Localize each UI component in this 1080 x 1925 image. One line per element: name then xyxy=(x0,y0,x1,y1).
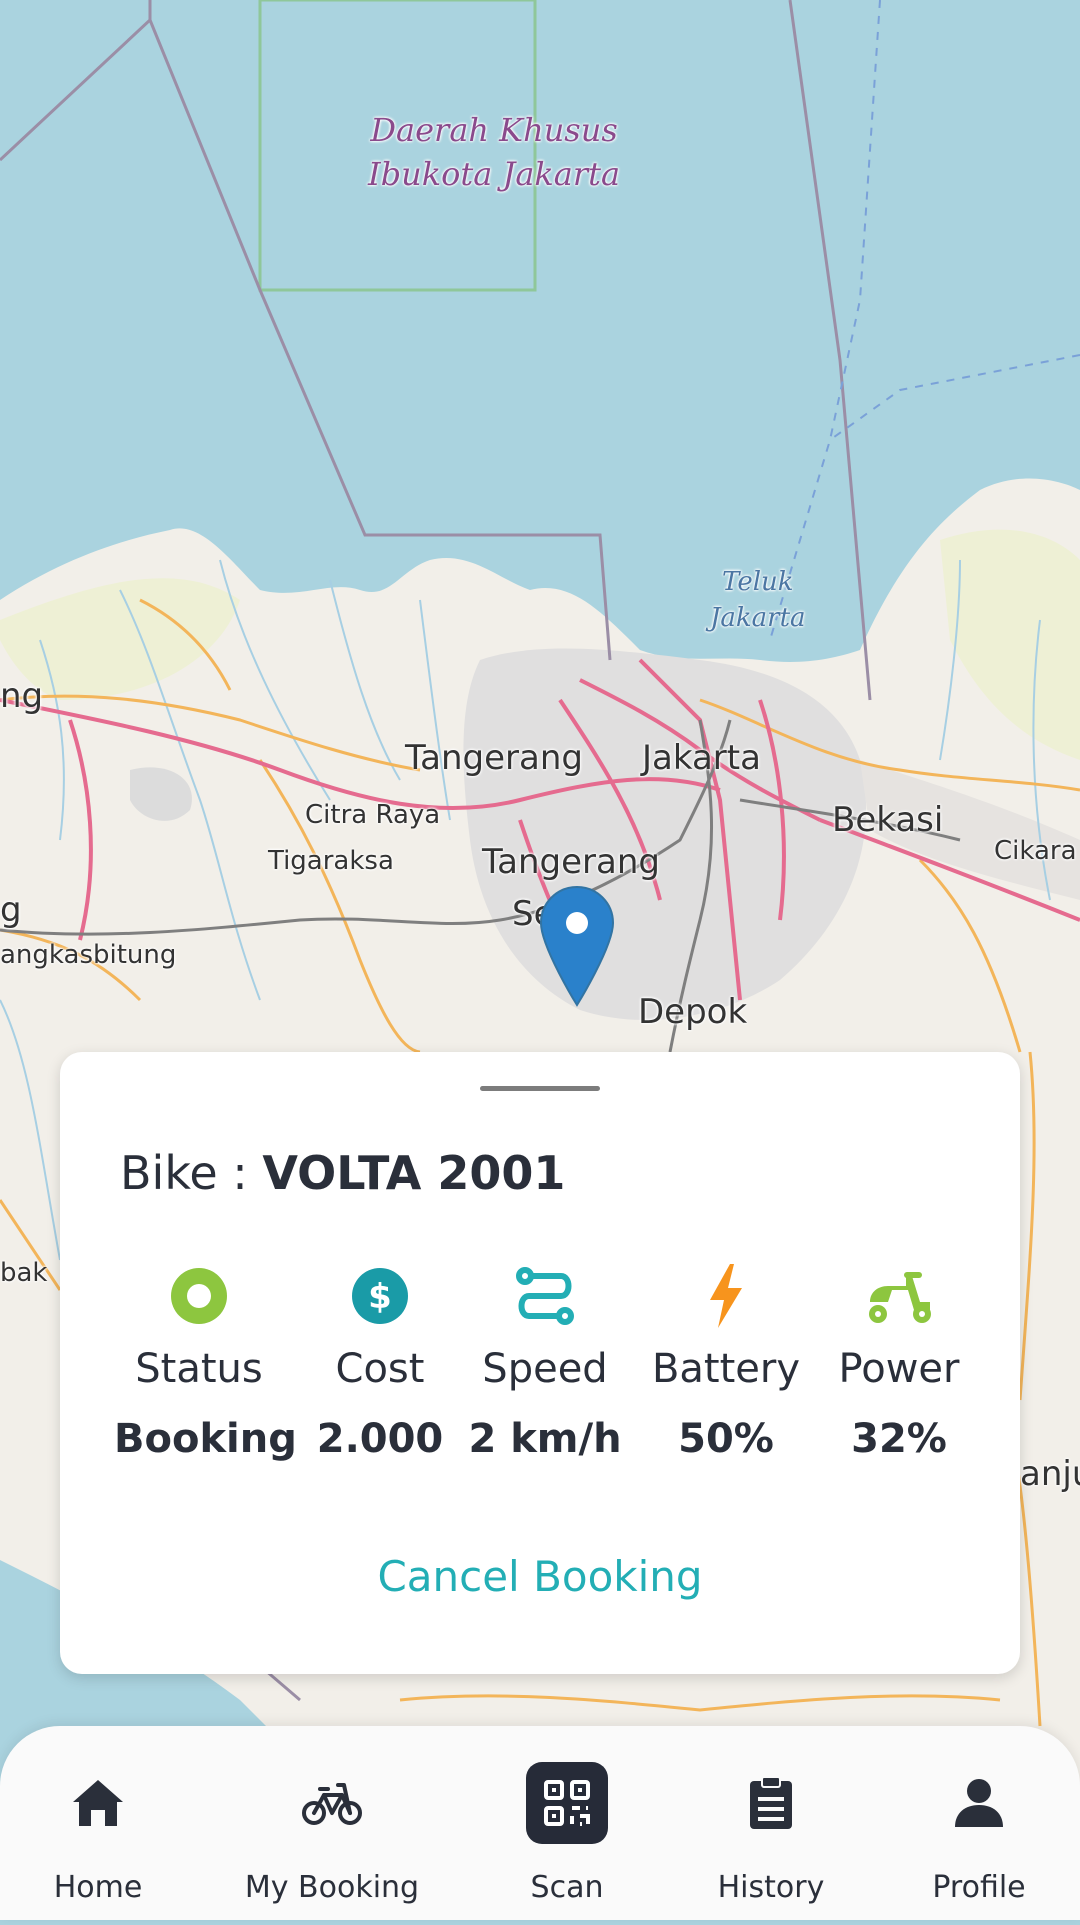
map-label-cikarang: Cikara xyxy=(994,836,1077,866)
map-label-bekasi: Bekasi xyxy=(832,800,944,840)
lightning-icon xyxy=(641,1264,811,1328)
stat-value: Booking xyxy=(114,1416,297,1462)
stat-label: Battery xyxy=(651,1346,801,1392)
map-label-edge-g: g xyxy=(0,890,22,930)
scooter-icon xyxy=(814,1264,984,1328)
location-pin-icon[interactable] xyxy=(539,885,615,1007)
stat-speed: Speed 2 km/h xyxy=(460,1264,630,1462)
map-label-tangerang: Tangerang xyxy=(405,738,583,778)
bike-name: VOLTA 2001 xyxy=(262,1146,566,1200)
map-label-citra-raya: Citra Raya xyxy=(305,800,441,830)
stat-value: 50% xyxy=(678,1416,774,1462)
route-icon xyxy=(460,1264,630,1328)
svg-text:$: $ xyxy=(368,1277,392,1317)
bottom-navigation: Home My Booking Scan History Profile xyxy=(0,1726,1080,1920)
bike-title-prefix: Bike : xyxy=(120,1146,263,1200)
stat-value: 2 km/h xyxy=(468,1416,622,1462)
map-label-tangerang-selatan: Tangerang xyxy=(482,842,660,882)
stat-label: Cost xyxy=(335,1346,425,1392)
stat-status: Status Booking xyxy=(114,1264,297,1462)
nav-item-scan[interactable]: Scan xyxy=(467,1726,667,1920)
map-label-edge-anju: anju xyxy=(1020,1454,1080,1494)
cancel-booking-button[interactable]: Cancel Booking xyxy=(60,1552,1020,1601)
map-label-edge-ng: ng xyxy=(0,676,44,716)
stat-label: Power xyxy=(838,1346,960,1392)
map-label-text: Teluk xyxy=(722,567,794,597)
drag-handle[interactable] xyxy=(480,1086,600,1091)
home-icon xyxy=(57,1762,139,1844)
stat-label: Status xyxy=(135,1346,263,1392)
qr-scan-icon xyxy=(526,1762,608,1844)
nav-item-history[interactable]: History xyxy=(671,1726,871,1920)
nav-label: My Booking xyxy=(244,1870,420,1905)
stat-cost: $ Cost 2.000 xyxy=(295,1264,465,1462)
nav-item-my-booking[interactable]: My Booking xyxy=(232,1726,432,1920)
map-label-tigaraksa: Tigaraksa xyxy=(268,846,394,876)
nav-item-home[interactable]: Home xyxy=(0,1726,198,1920)
nav-label: Profile xyxy=(932,1870,1026,1905)
nav-label: History xyxy=(717,1870,825,1905)
map-label-edge-bak: bak xyxy=(0,1258,48,1288)
map-label-jakarta: Jakarta xyxy=(642,738,761,778)
stat-label: Speed xyxy=(482,1346,608,1392)
map-label-rangkasbitung: angkasbitung xyxy=(0,940,177,970)
user-icon xyxy=(938,1762,1020,1844)
map-label-text: Jakarta xyxy=(710,603,806,633)
clipboard-icon xyxy=(730,1762,812,1844)
bike-title: Bike : VOLTA 2001 xyxy=(120,1146,565,1200)
map-label-dki-jakarta: Daerah Khusus Ibukota Jakarta xyxy=(368,108,620,196)
status-dot-icon xyxy=(114,1264,284,1328)
nav-item-profile[interactable]: Profile xyxy=(879,1726,1079,1920)
map-label-depok: Depok xyxy=(638,992,748,1032)
stat-value: 32% xyxy=(851,1416,947,1462)
map-label-teluk-jakarta: Teluk Jakarta xyxy=(710,564,806,636)
map-label-text: Daerah Khusus xyxy=(370,111,618,149)
nav-label: Home xyxy=(53,1870,143,1905)
map-label-text: Ibukota Jakarta xyxy=(368,155,621,193)
stat-value: 2.000 xyxy=(316,1416,444,1462)
dollar-icon: $ xyxy=(295,1264,465,1328)
nav-label: Scan xyxy=(530,1870,604,1905)
bike-info-card: Bike : VOLTA 2001 Status Booking $ Cost … xyxy=(60,1052,1020,1674)
stat-battery: Battery 50% xyxy=(641,1264,811,1462)
bicycle-icon xyxy=(291,1762,373,1844)
stat-power: Power 32% xyxy=(814,1264,984,1462)
